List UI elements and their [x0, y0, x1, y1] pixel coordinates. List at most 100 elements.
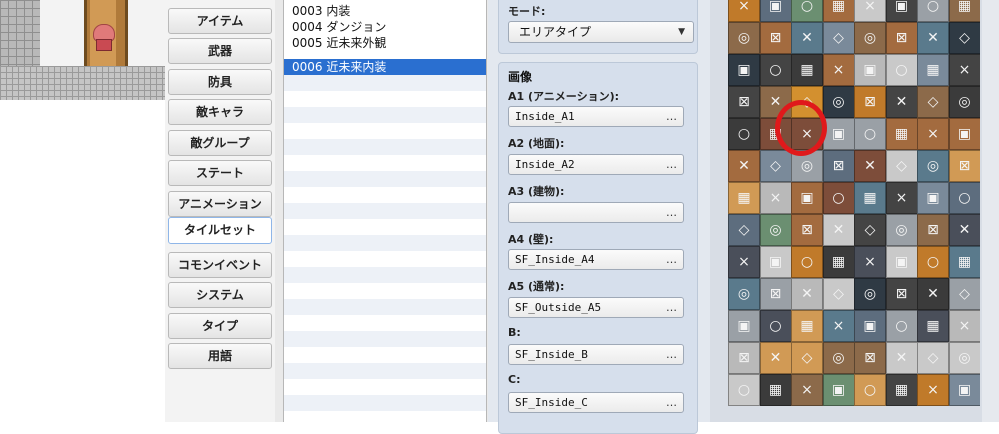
tile[interactable]: × — [759, 182, 792, 214]
tile-palette-scrollbar[interactable] — [982, 0, 999, 422]
category-button-items[interactable]: アイテム — [168, 8, 272, 34]
tile[interactable]: ✕ — [728, 150, 760, 182]
list-empty-row[interactable] — [284, 395, 486, 411]
tile[interactable]: × — [854, 246, 886, 278]
tile[interactable]: ⊠ — [791, 214, 823, 246]
list-empty-row[interactable] — [284, 155, 486, 171]
tile[interactable]: ▣ — [822, 118, 855, 150]
list-empty-row[interactable] — [284, 331, 486, 347]
tile[interactable]: ⊠ — [854, 86, 886, 118]
browse-button-a1[interactable]: … — [666, 107, 677, 126]
category-button-armors[interactable]: 防具 — [168, 69, 272, 95]
tile[interactable]: × — [791, 374, 823, 406]
list-empty-row[interactable] — [284, 139, 486, 155]
tile[interactable]: ○ — [728, 118, 760, 150]
tile[interactable]: ✕ — [885, 86, 918, 118]
tile[interactable]: ◎ — [822, 86, 855, 118]
browse-button-b[interactable]: … — [666, 345, 677, 364]
tile[interactable]: ⊠ — [822, 150, 855, 182]
tile[interactable]: × — [728, 0, 760, 22]
tile[interactable]: ✕ — [791, 22, 823, 54]
category-button-system[interactable]: システム — [168, 282, 272, 308]
tile-palette[interactable]: × ▣ ○ ▦ × ▣ ○ ▦ ◎ ⊠ ✕ ◇ ◎ ⊠ ✕ ◇ ▣ ○ ▦ × ▣ ○ ▦ × ⊠ ✕ ◇ ◎ ⊠ ✕ ◇ ◎ ○ ▦ × ▣ ○ ▦ × ▣… — [728, 0, 980, 422]
tile[interactable]: ◎ — [759, 214, 792, 246]
tile[interactable]: ✕ — [791, 278, 823, 310]
list-empty-row[interactable] — [284, 347, 486, 363]
list-empty-row[interactable] — [284, 363, 486, 379]
tile[interactable]: ⊠ — [917, 214, 949, 246]
tile[interactable]: ○ — [885, 310, 918, 342]
list-item[interactable]: 0004 ダンジョン — [284, 19, 486, 35]
tile[interactable]: ◇ — [822, 278, 855, 310]
tile[interactable]: ▣ — [854, 54, 886, 86]
tile[interactable]: ▣ — [948, 374, 980, 406]
tile[interactable]: ▦ — [728, 182, 760, 214]
tile[interactable]: ▦ — [948, 0, 980, 22]
tile[interactable]: ○ — [759, 54, 792, 86]
tile[interactable]: ▦ — [791, 54, 823, 86]
tile[interactable]: ⊠ — [885, 278, 918, 310]
image-field-b[interactable]: SF_Inside_B … — [508, 344, 684, 365]
tile[interactable]: ○ — [917, 246, 949, 278]
tile[interactable]: ▣ — [759, 0, 792, 22]
tile[interactable]: ○ — [885, 54, 918, 86]
list-empty-row[interactable] — [284, 283, 486, 299]
tile[interactable]: ◎ — [728, 22, 760, 54]
tile[interactable]: ◇ — [791, 342, 823, 374]
tile[interactable]: × — [728, 246, 760, 278]
list-empty-row[interactable] — [284, 75, 486, 91]
tile[interactable]: ⊠ — [759, 278, 792, 310]
category-button-troops[interactable]: 敵グループ — [168, 130, 272, 156]
tile[interactable]: ⊠ — [948, 150, 980, 182]
tile[interactable]: ◎ — [885, 214, 918, 246]
tile[interactable]: ▣ — [822, 374, 855, 406]
tile[interactable]: ◇ — [885, 150, 918, 182]
image-field-a4[interactable]: SF_Inside_A4 … — [508, 249, 684, 270]
image-field-c[interactable]: SF_Inside_C … — [508, 392, 684, 413]
list-item[interactable]: 0003 内装 — [284, 3, 486, 19]
tile[interactable]: ▦ — [917, 54, 949, 86]
category-button-weapons[interactable]: 武器 — [168, 38, 272, 64]
tile[interactable]: ◇ — [917, 342, 949, 374]
tile[interactable]: ▦ — [854, 182, 886, 214]
tile[interactable]: ▣ — [728, 54, 760, 86]
tile[interactable]: ◇ — [948, 22, 980, 54]
tile[interactable]: × — [854, 0, 886, 22]
tile[interactable]: × — [822, 310, 855, 342]
tile[interactable]: ▣ — [885, 246, 918, 278]
mode-select[interactable]: エリアタイプ ▼ — [508, 21, 694, 43]
category-button-enemies[interactable]: 敵キャラ — [168, 99, 272, 125]
tile[interactable]: ◇ — [948, 278, 980, 310]
tile[interactable]: ▣ — [854, 310, 886, 342]
list-empty-row[interactable] — [284, 411, 486, 422]
image-field-a1[interactable]: Inside_A1 … — [508, 106, 684, 127]
tile[interactable]: × — [822, 54, 855, 86]
tileset-list[interactable]: 0003 内装 0004 ダンジョン 0005 近未来外観 0006 近未来内装 — [283, 0, 487, 422]
tile[interactable]: × — [917, 118, 949, 150]
list-empty-row[interactable] — [284, 315, 486, 331]
list-item[interactable]: 0005 近未来外観 — [284, 35, 486, 51]
tile[interactable]: ✕ — [759, 342, 792, 374]
list-empty-row[interactable] — [284, 235, 486, 251]
list-empty-row[interactable] — [284, 123, 486, 139]
list-empty-row[interactable] — [284, 219, 486, 235]
list-empty-row[interactable] — [284, 379, 486, 395]
tile[interactable]: ▣ — [885, 0, 918, 22]
list-item-selected[interactable]: 0006 近未来内装 — [284, 59, 486, 75]
tile[interactable]: ◇ — [822, 22, 855, 54]
list-empty-row[interactable] — [284, 187, 486, 203]
category-button-tilesets[interactable]: タイルセット — [168, 217, 272, 244]
tile[interactable]: ○ — [822, 182, 855, 214]
list-empty-row[interactable] — [284, 299, 486, 315]
tile[interactable]: ◎ — [854, 22, 886, 54]
tile[interactable]: ○ — [854, 118, 886, 150]
tile[interactable]: ▣ — [917, 182, 949, 214]
category-button-types[interactable]: タイプ — [168, 313, 272, 339]
tile[interactable]: ○ — [759, 310, 792, 342]
tile[interactable]: ◇ — [917, 86, 949, 118]
tile[interactable]: ◎ — [917, 150, 949, 182]
tile[interactable]: ✕ — [854, 150, 886, 182]
category-button-common-events[interactable]: コモンイベント — [168, 252, 272, 278]
tile[interactable]: ▦ — [948, 246, 980, 278]
tile[interactable]: ✕ — [917, 22, 949, 54]
